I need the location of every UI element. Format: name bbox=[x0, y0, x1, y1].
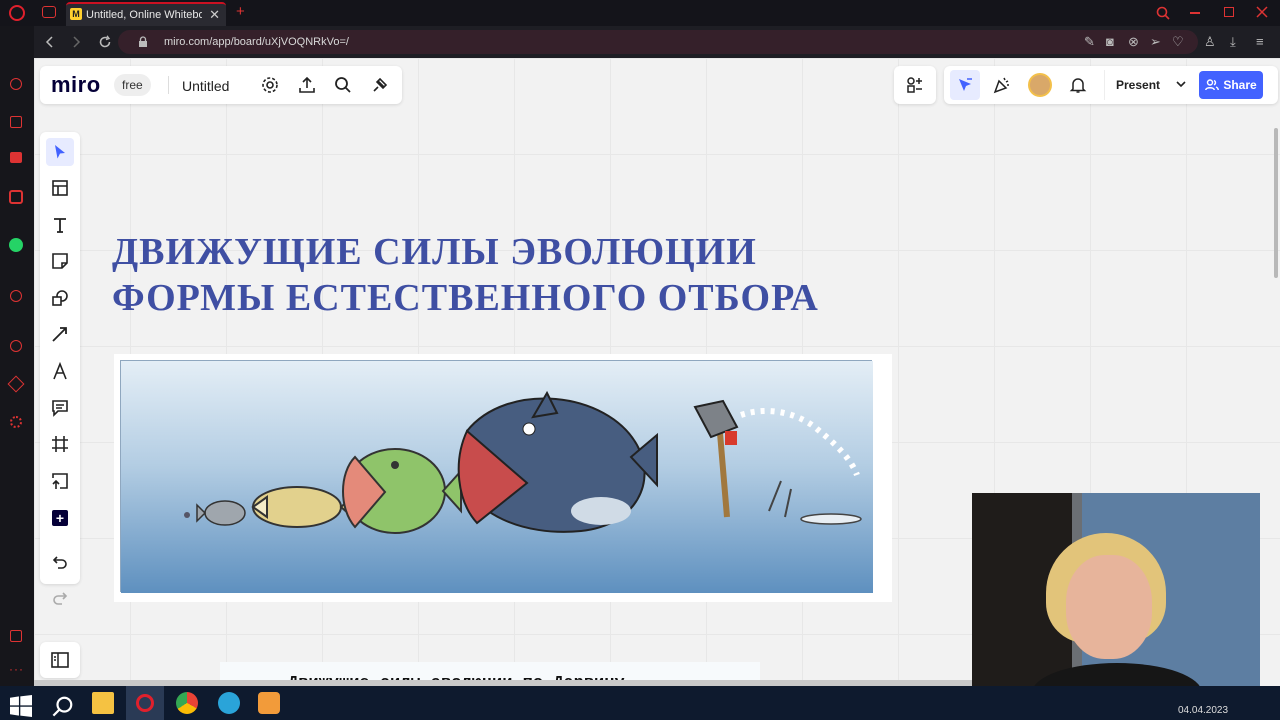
adblock-icon[interactable]: ⊗ bbox=[1128, 35, 1139, 49]
speed-dial-icon[interactable] bbox=[10, 78, 22, 90]
workspaces-icon[interactable] bbox=[10, 630, 22, 642]
redo-icon[interactable] bbox=[46, 584, 74, 612]
twitch-icon[interactable] bbox=[10, 152, 22, 163]
taskbar-opera-active[interactable] bbox=[126, 686, 164, 720]
search-icon[interactable] bbox=[329, 71, 357, 99]
frame-icon[interactable] bbox=[46, 430, 74, 458]
board-header: miro free Untitled bbox=[40, 66, 402, 104]
search-tabs-icon[interactable] bbox=[1156, 6, 1170, 20]
user-avatar[interactable] bbox=[1028, 73, 1052, 97]
tab-close-icon[interactable]: ✕ bbox=[209, 7, 220, 23]
tab-title: Untitled, Online Whiteboard bbox=[86, 9, 202, 21]
celebrate-icon[interactable] bbox=[988, 71, 1016, 99]
download-icon[interactable]: ⤓ bbox=[1230, 35, 1236, 49]
back-icon[interactable] bbox=[44, 36, 56, 48]
more-tools-icon[interactable]: + bbox=[46, 504, 74, 532]
menu-icon[interactable]: ≡ bbox=[1256, 35, 1264, 49]
vertical-scrollbar[interactable] bbox=[1274, 128, 1278, 278]
chrome-icon[interactable] bbox=[176, 692, 198, 714]
collab-toolbar: Present Share bbox=[944, 66, 1278, 104]
tab-active[interactable]: M Untitled, Online Whiteboard ✕ bbox=[66, 2, 226, 26]
plugin-icon[interactable] bbox=[366, 71, 394, 99]
notifications-bell-icon[interactable] bbox=[1064, 71, 1092, 99]
sticky-note-icon[interactable] bbox=[46, 247, 74, 275]
lock-icon bbox=[139, 36, 147, 47]
windows-start-icon[interactable] bbox=[10, 695, 32, 717]
whatsapp-icon[interactable] bbox=[9, 238, 23, 252]
taskbar-search-icon[interactable] bbox=[52, 695, 74, 717]
reload-icon[interactable] bbox=[98, 35, 112, 49]
shopping-bag-icon[interactable] bbox=[10, 116, 22, 128]
telegram-icon[interactable] bbox=[218, 692, 240, 714]
instagram-icon[interactable] bbox=[9, 190, 23, 204]
player-icon[interactable] bbox=[10, 290, 22, 302]
apps-toolbar bbox=[894, 66, 936, 104]
share-button[interactable]: Share bbox=[1199, 71, 1263, 99]
export-icon[interactable] bbox=[293, 71, 321, 99]
undo-icon[interactable] bbox=[46, 548, 74, 576]
opera-sidebar: ··· bbox=[0, 26, 34, 686]
taskbar-date: 04.04.2023 bbox=[1178, 705, 1229, 716]
share-label: Share bbox=[1223, 78, 1257, 92]
comment-icon[interactable] bbox=[46, 394, 74, 422]
board-heading-line1[interactable]: ДВИЖУЩИЕ СИЛЫ ЭВОЛЮЦИИ bbox=[112, 230, 757, 274]
send-icon[interactable]: ➢ bbox=[1150, 35, 1161, 49]
opera-taskbar-icon bbox=[136, 694, 154, 712]
webcam-overlay bbox=[972, 493, 1260, 709]
maximize-icon[interactable] bbox=[1224, 7, 1234, 17]
forward-icon[interactable] bbox=[70, 36, 82, 48]
windows-taskbar bbox=[0, 686, 1280, 720]
board-title[interactable]: Untitled bbox=[182, 78, 229, 94]
file-explorer-icon[interactable] bbox=[92, 692, 114, 714]
browser-tab-bar: M Untitled, Online Whiteboard ✕ + bbox=[0, 0, 1280, 26]
profile-icon[interactable]: ♙ bbox=[1204, 35, 1216, 49]
chevron-down-icon[interactable] bbox=[1176, 81, 1186, 89]
url-text: miro.com/app/board/uXjVOQNRkVo=/ bbox=[164, 36, 349, 48]
person-face bbox=[1066, 555, 1152, 659]
edit-page-icon[interactable]: ✎ bbox=[1084, 35, 1095, 49]
history-icon[interactable] bbox=[10, 340, 22, 352]
opera-logo-icon[interactable] bbox=[9, 5, 25, 21]
extensions-icon[interactable] bbox=[7, 375, 25, 393]
users-icon bbox=[1205, 79, 1220, 91]
shapes-icon[interactable] bbox=[46, 284, 74, 312]
board-heading-line2[interactable]: ФОРМЫ ЕСТЕСТВЕННОГО ОТБОРА bbox=[112, 276, 819, 320]
divider bbox=[1104, 70, 1105, 100]
cursor-follow-icon[interactable] bbox=[951, 71, 979, 99]
more-icon[interactable]: ··· bbox=[9, 662, 24, 676]
sidebar-toggle-icon[interactable] bbox=[40, 642, 80, 678]
creation-toolbar: + bbox=[40, 132, 80, 584]
plan-badge[interactable]: free bbox=[114, 74, 151, 96]
apps-icon[interactable] bbox=[901, 71, 929, 99]
pen-icon[interactable] bbox=[46, 357, 74, 385]
upload-icon[interactable] bbox=[46, 467, 74, 495]
miro-logo[interactable]: miro bbox=[51, 72, 101, 98]
miro-favicon-icon: M bbox=[70, 8, 82, 20]
connection-line-icon[interactable] bbox=[46, 320, 74, 348]
gamepad-icon[interactable] bbox=[42, 6, 56, 18]
history-toolbar bbox=[40, 544, 80, 608]
present-button[interactable]: Present bbox=[1116, 78, 1160, 92]
settings-gear-icon[interactable] bbox=[256, 71, 284, 99]
close-window-icon[interactable] bbox=[1256, 6, 1268, 18]
fish-food-chain-image bbox=[120, 360, 873, 593]
evolution-image-card[interactable] bbox=[114, 354, 892, 602]
divider bbox=[168, 76, 169, 94]
new-tab-button[interactable]: + bbox=[236, 3, 245, 20]
settings-icon[interactable] bbox=[10, 416, 22, 428]
text-tool-icon[interactable] bbox=[46, 211, 74, 239]
templates-icon[interactable] bbox=[46, 174, 74, 202]
bookmark-heart-icon[interactable]: ♡ bbox=[1172, 35, 1184, 49]
paint-app-icon[interactable] bbox=[258, 692, 280, 714]
camera-icon[interactable]: ◙ bbox=[1106, 35, 1114, 49]
select-tool-icon[interactable] bbox=[46, 138, 74, 166]
minimize-icon[interactable] bbox=[1190, 12, 1200, 14]
